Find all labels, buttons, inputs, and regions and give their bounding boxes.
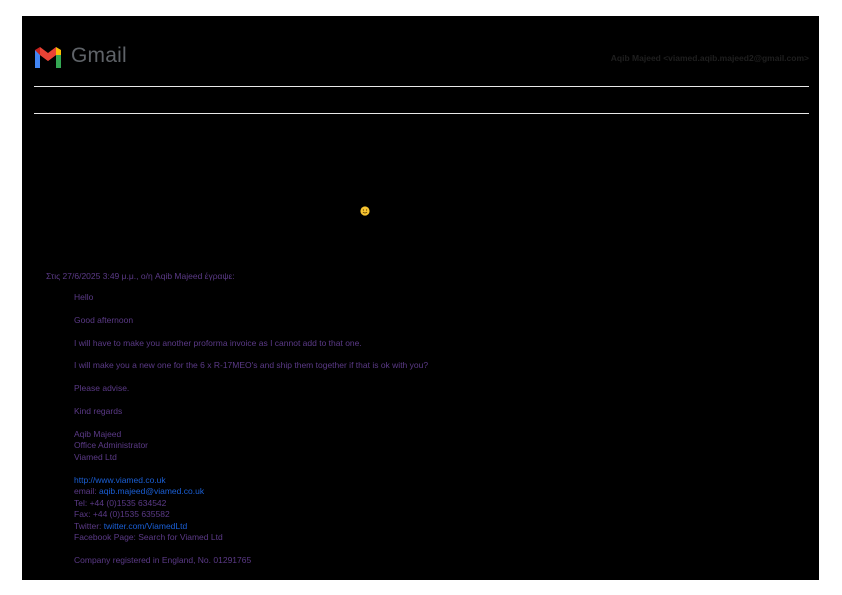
website-link[interactable]: http://www.viamed.co.uk bbox=[74, 475, 166, 485]
email-link[interactable]: aqib.majeed@viamed.co.uk bbox=[99, 486, 204, 496]
signature-name: Aqib Majeed bbox=[74, 428, 122, 439]
email-print-page: Gmail Aqib Majeed <viamed.aqib.majeed2@g… bbox=[22, 16, 819, 580]
signature-company: Viamed Ltd bbox=[74, 451, 117, 462]
signature-twitter-row: Twitter: twitter.com/ViamedLtd bbox=[74, 521, 428, 533]
salutation: Good afternoon bbox=[74, 314, 134, 325]
closing: Kind regards bbox=[74, 405, 123, 416]
message-line: I will make you a new one for the 6 x R-… bbox=[74, 360, 429, 371]
signature-facebook: Facebook Page: Search for Viamed Ltd bbox=[74, 532, 223, 543]
signature-title: Office Administrator bbox=[74, 440, 149, 451]
gmail-logo-text: Gmail bbox=[71, 44, 127, 67]
smiley-emoji-icon bbox=[360, 206, 370, 216]
gmail-logo-icon bbox=[35, 46, 61, 68]
message-line: I will have to make you another proforma… bbox=[74, 337, 362, 348]
greeting: Hello bbox=[74, 292, 94, 302]
account-email: Aqib Majeed <viamed.aqib.majeed2@gmail.c… bbox=[610, 53, 809, 63]
signature-fax: Fax: +44 (0)1535 635582 bbox=[74, 509, 170, 520]
quote-header: Στις 27/6/2025 3:49 μ.μ., ο/η Aqib Majee… bbox=[46, 271, 235, 281]
quoted-message: Hello Good afternoon I will have to make… bbox=[74, 292, 428, 566]
gmail-logo: Gmail bbox=[33, 44, 127, 68]
twitter-link[interactable]: twitter.com/ViamedLtd bbox=[104, 521, 187, 531]
divider-subject bbox=[34, 113, 809, 114]
twitter-label: Twitter: bbox=[74, 520, 104, 531]
divider-top bbox=[34, 86, 809, 87]
email-label: email: bbox=[74, 486, 100, 497]
message-line: Please advise. bbox=[74, 383, 130, 394]
signature-tel: Tel: +44 (0)1535 634542 bbox=[74, 497, 167, 508]
signature-email-row: email: aqib.majeed@viamed.co.uk bbox=[74, 486, 428, 498]
company-registration: Company registered in England, No. 01291… bbox=[74, 554, 252, 565]
